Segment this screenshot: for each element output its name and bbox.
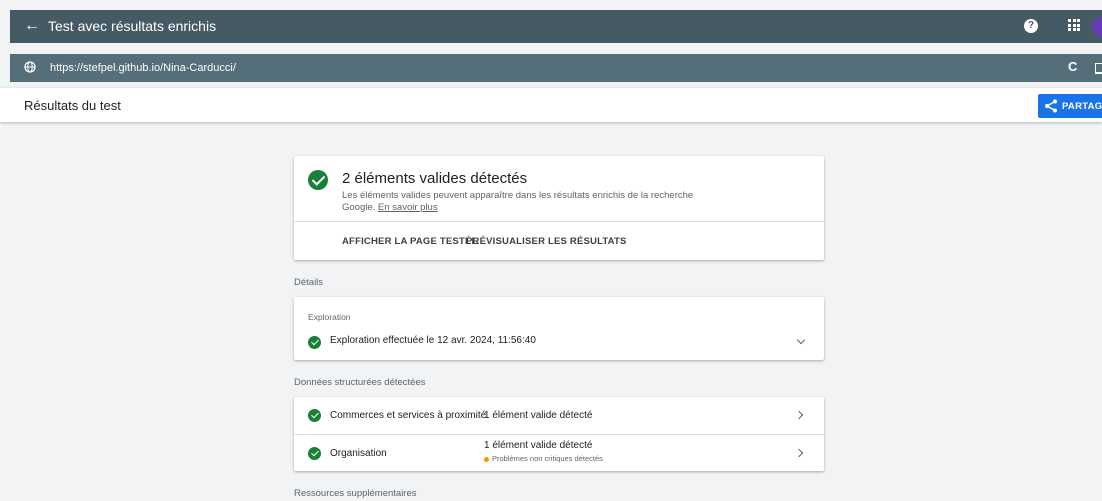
share-button[interactable]: PARTAGER <box>1038 94 1102 118</box>
warning-note-text: Problèmes non critiques détectés <box>492 454 603 463</box>
account-avatar[interactable] <box>1092 17 1102 37</box>
chevron-right-icon[interactable] <box>794 448 804 458</box>
row-value: 1 élément valide détecté <box>484 440 593 451</box>
page-title: Résultats du test <box>24 98 121 113</box>
chevron-right-icon[interactable] <box>794 410 804 420</box>
url-bar: https://stefpel.github.io/Nina-Carducci/… <box>10 54 1102 82</box>
app-bar: ← Test avec résultats enrichis ? <box>10 10 1102 43</box>
valid-check-icon <box>308 170 328 190</box>
structured-data-row-local-business[interactable]: Commerces et services à proximité 1 élém… <box>294 397 824 434</box>
structured-data-section-label: Données structurées détectées <box>294 377 426 388</box>
warning-dot-icon <box>484 456 489 462</box>
summary-description: Les éléments valides peuvent apparaître … <box>342 190 722 214</box>
back-arrow-icon[interactable]: ← <box>24 17 40 35</box>
globe-icon <box>24 61 36 73</box>
row-value: 1 élément valide détecté <box>484 410 593 421</box>
structured-data-row-organization[interactable]: Organisation 1 élément valide détecté Pr… <box>294 435 824 471</box>
valid-check-icon <box>308 409 321 422</box>
valid-check-icon <box>308 336 321 349</box>
valid-check-icon <box>308 447 321 460</box>
tested-url: https://stefpel.github.io/Nina-Carducci/ <box>50 62 236 74</box>
desktop-device-icon[interactable] <box>1095 63 1102 74</box>
chevron-down-icon[interactable] <box>796 335 806 345</box>
warning-note: Problèmes non critiques détectés <box>484 454 603 463</box>
apps-grid-icon[interactable] <box>1068 19 1080 31</box>
crawl-info: Exploration effectuée le 12 avr. 2024, 1… <box>330 335 536 346</box>
results-header: Résultats du test PARTAGER <box>0 88 1102 122</box>
summary-heading: 2 éléments valides détectés <box>342 170 528 187</box>
structured-data-card: Commerces et services à proximité 1 élém… <box>294 397 824 471</box>
summary-card: 2 éléments valides détectés Les éléments… <box>294 156 824 260</box>
row-name: Commerces et services à proximité <box>330 410 487 421</box>
share-button-label: PARTAGER <box>1062 101 1102 112</box>
crawl-card[interactable]: Exploration Exploration effectuée le 12 … <box>294 297 824 360</box>
crawl-label: Exploration <box>308 312 351 322</box>
resources-section-label: Ressources supplémentaires <box>294 488 417 499</box>
details-section-label: Détails <box>294 277 324 288</box>
app-title: Test avec résultats enrichis <box>48 18 217 34</box>
row-name: Organisation <box>330 448 387 459</box>
learn-more-link[interactable]: En savoir plus <box>378 202 438 213</box>
preview-results-button[interactable]: PRÉVISUALISER LES RÉSULTATS <box>466 236 627 247</box>
help-icon[interactable]: ? <box>1024 19 1038 33</box>
reload-icon[interactable]: C <box>1068 59 1077 74</box>
view-tested-page-button[interactable]: AFFICHER LA PAGE TESTÉE <box>342 236 478 247</box>
divider <box>294 221 824 222</box>
share-icon <box>1045 99 1057 113</box>
